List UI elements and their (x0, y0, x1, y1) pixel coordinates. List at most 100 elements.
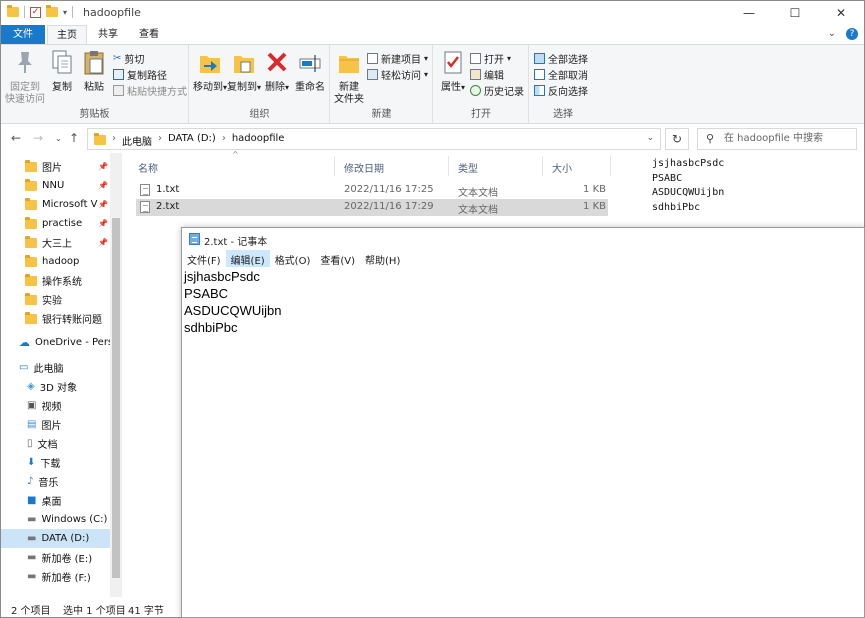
rename-button[interactable]: 重命名 (293, 49, 327, 94)
column-separator[interactable] (542, 156, 543, 176)
nav-item-music[interactable]: ♪ 音乐 (1, 472, 122, 491)
nav-item-drive-f[interactable]: ▬ 新加卷 (F:) (1, 567, 122, 586)
move-to-button[interactable]: 移动到▾ (193, 49, 227, 94)
nav-item-pictures-pinned[interactable]: 图片 📌 (1, 157, 122, 176)
recent-locations-chevron-icon[interactable]: ⌄ (55, 134, 62, 143)
column-separator[interactable] (334, 156, 335, 176)
menu-view[interactable]: 查看(V) (315, 250, 360, 267)
breadcrumb-separator: › (112, 133, 116, 144)
nav-item-microsoft[interactable]: Microsoft V 📌 (1, 195, 122, 214)
item-count: 2 个项目 (11, 606, 51, 617)
close-button[interactable]: ✕ (818, 1, 864, 25)
column-separator[interactable] (610, 156, 611, 176)
nav-item-videos[interactable]: ▣ 视频 (1, 396, 122, 415)
menu-file[interactable]: 文件(F) (182, 250, 226, 267)
minimize-button[interactable]: — (726, 1, 772, 25)
new-item-label: 新建项目 (381, 55, 421, 66)
column-header-type[interactable]: 类型 (458, 160, 478, 175)
invert-selection-button[interactable]: 反向选择 (534, 83, 588, 98)
nav-item-onedrive[interactable]: ☁ OneDrive - Pers (1, 333, 122, 352)
delete-button[interactable]: 删除▾ (263, 49, 291, 94)
menu-help[interactable]: 帮助(H) (360, 250, 405, 267)
select-none-button[interactable]: 全部取消 (534, 67, 588, 82)
nav-item-drive-e[interactable]: ▬ 新加卷 (E:) (1, 548, 122, 567)
tab-file[interactable]: 文件 (1, 25, 45, 44)
column-separator[interactable] (448, 156, 449, 176)
breadcrumb-data-drive[interactable]: DATA (D:) (168, 133, 216, 148)
maximize-button[interactable]: ☐ (772, 1, 818, 25)
file-size: 1 KB (583, 184, 606, 195)
table-row[interactable]: 1.txt 2022/11/16 17:25 文本文档 1 KB (136, 182, 608, 199)
copy-to-button[interactable]: 复制到▾ (227, 49, 261, 94)
scrollbar-thumb[interactable] (112, 218, 120, 578)
properties-button[interactable]: 属性▾ (438, 49, 468, 94)
nav-item-drive-d[interactable]: ▬ DATA (D:) (1, 529, 122, 548)
menu-format[interactable]: 格式(O) (270, 250, 316, 267)
nav-item-desktop[interactable]: ■ 桌面 (1, 491, 122, 510)
copy-path-icon (113, 69, 124, 80)
file-size: 1 KB (583, 201, 606, 212)
invert-selection-icon (534, 85, 545, 96)
cube-icon: ◈ (27, 381, 35, 392)
breadcrumb-hadoopfile[interactable]: hadoopfile (232, 133, 285, 148)
nav-item-experiment[interactable]: 实验 (1, 290, 122, 309)
nav-item-pictures[interactable]: ▤ 图片 (1, 415, 122, 434)
new-group-label: 新建 (371, 109, 392, 120)
refresh-button[interactable]: ↻ (665, 128, 689, 150)
properties-check-icon[interactable]: ✓ (30, 6, 41, 18)
copy-path-button[interactable]: 复制路径 (113, 67, 167, 82)
cut-button[interactable]: ✂ 剪切 (113, 51, 144, 66)
nav-item-bank-transfer[interactable]: 银行转账问题 (1, 309, 122, 328)
easy-access-button[interactable]: 轻松访问 ▾ (367, 67, 428, 82)
nav-item-junior-year[interactable]: 大三上 📌 (1, 233, 122, 252)
nav-item-os[interactable]: 操作系统 (1, 271, 122, 290)
tab-view[interactable]: 查看 (129, 25, 169, 44)
menu-edit[interactable]: 编辑(E) (225, 250, 270, 267)
forward-arrow-icon[interactable]: → (33, 131, 43, 145)
notepad-text-area[interactable]: jsjhasbcPsdc PSABC ASDUCQWUijbn sdhbiPbc (184, 268, 282, 336)
tab-home[interactable]: 主页 (47, 25, 87, 44)
nav-item-drive-c[interactable]: ▬ Windows (C:) (1, 510, 122, 529)
edit-button[interactable]: 编辑 (470, 67, 504, 82)
new-folder-icon[interactable] (46, 5, 58, 17)
paste-shortcut-button[interactable]: 粘贴快捷方式 (113, 83, 187, 98)
title-bar: ✓ ▾ hadoopfile — ☐ ✕ (1, 1, 864, 25)
address-bar[interactable]: › 此电脑 › DATA (D:) › hadoopfile ⌄ (87, 128, 661, 150)
pin-icon (18, 52, 32, 73)
tab-share[interactable]: 共享 (89, 25, 127, 44)
nav-item-hadoop[interactable]: hadoop (1, 252, 122, 271)
notepad-title-bar[interactable]: 2.txt - 记事本 (182, 228, 864, 250)
history-button[interactable]: 历史记录 (470, 83, 524, 98)
copy-icon (52, 50, 72, 74)
new-item-button[interactable]: 新建项目 ▾ (367, 51, 428, 66)
nav-item-practise[interactable]: practise 📌 (1, 214, 122, 233)
pin-quick-access-button[interactable]: 固定到 快速访问 (5, 49, 45, 106)
nav-item-this-pc[interactable]: ▭ 此电脑 (1, 358, 122, 377)
address-dropdown-chevron-icon[interactable]: ⌄ (646, 133, 654, 143)
back-arrow-icon[interactable]: ← (11, 131, 21, 145)
nav-item-3d-objects[interactable]: ◈ 3D 对象 (1, 377, 122, 396)
copy-button[interactable]: 复制 (47, 49, 77, 94)
paste-button[interactable]: 粘贴 (79, 49, 109, 94)
nav-item-documents[interactable]: ▯ 文档 (1, 434, 122, 453)
search-input[interactable]: ⚲ 在 hadoopfile 中搜索 (697, 128, 857, 150)
help-icon[interactable]: ? (846, 28, 858, 40)
text-line: ASDUCQWUijbn (184, 303, 282, 318)
expand-ribbon-chevron-icon[interactable]: ⌄ (828, 28, 836, 40)
up-arrow-icon[interactable]: ↑ (69, 131, 79, 145)
nav-item-downloads[interactable]: ⬇ 下载 (1, 453, 122, 472)
column-header-name[interactable]: 名称 (138, 160, 158, 175)
nav-item-label: 视频 (41, 402, 62, 413)
column-header-size[interactable]: 大小 (552, 160, 572, 175)
navpane-scrollbar[interactable] (110, 153, 122, 597)
table-row-selected[interactable]: 2.txt 2022/11/16 17:29 文本文档 1 KB (136, 199, 608, 216)
open-button[interactable]: 打开 ▾ (470, 51, 511, 66)
column-header-date[interactable]: 修改日期 (344, 160, 384, 175)
breadcrumb-this-pc[interactable]: 此电脑 (122, 133, 152, 148)
nav-item-nnu[interactable]: NNU 📌 (1, 176, 122, 195)
new-folder-button[interactable]: 新建 文件夹 (333, 49, 365, 106)
nav-item-label: NNU (42, 180, 65, 191)
computer-icon: ▭ (19, 362, 29, 373)
select-all-button[interactable]: 全部选择 (534, 51, 588, 66)
customize-toolbar-chevron-icon[interactable]: ▾ (63, 8, 67, 17)
